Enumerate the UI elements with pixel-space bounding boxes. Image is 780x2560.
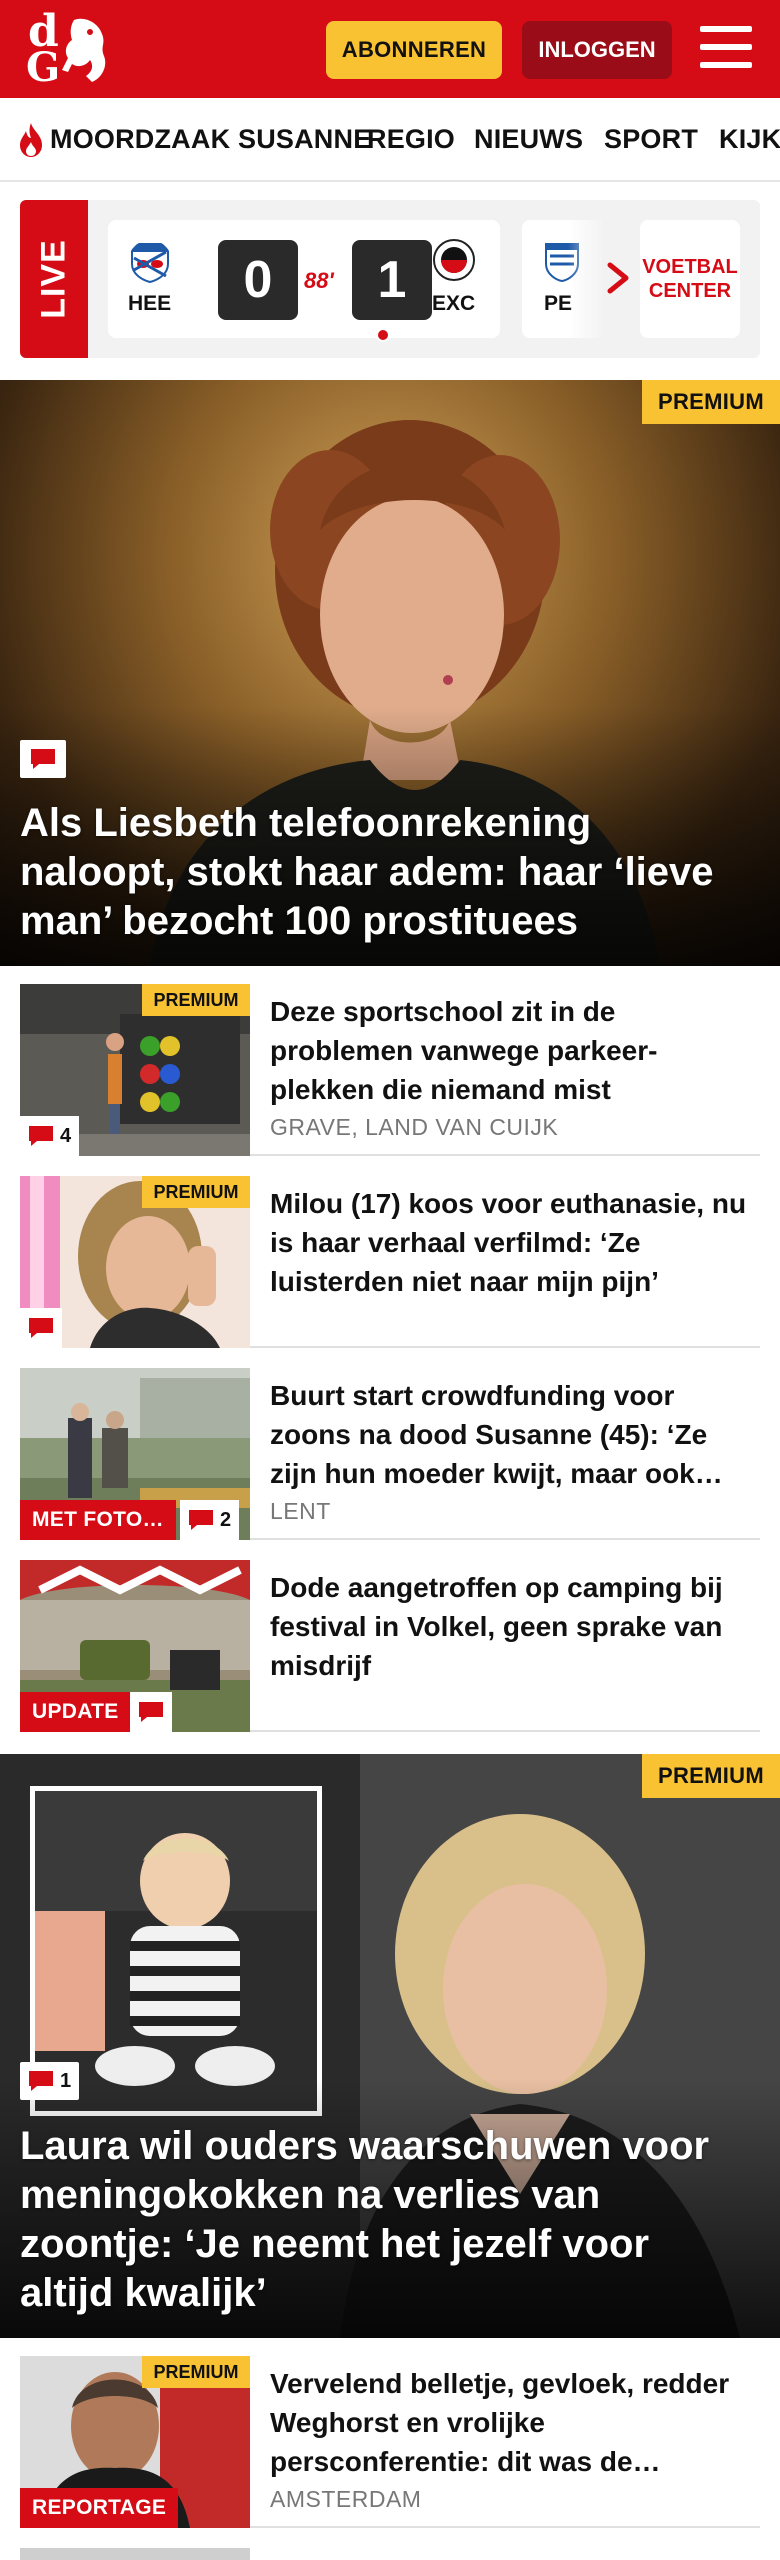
comment-count: 4 [60,1124,72,1147]
chevron-right-icon[interactable] [606,262,632,294]
comment-badge[interactable]: 1 [20,2062,80,2100]
nav-item-nieuws[interactable]: NIEUWS [474,124,583,155]
article-thumbnail: PREMIUM [20,1176,250,1348]
article-title[interactable]: Dode aangetroffen op camping bij festiva… [270,1568,750,1685]
flame-icon [20,123,42,157]
nav-item-regio[interactable]: REGIO [367,124,455,155]
live-label: LIVE [20,200,88,358]
article-item[interactable]: PREMIUM 4 Deze sportschool zit in de pro… [20,984,760,1156]
premium-badge: PREMIUM [642,380,780,424]
article-item[interactable]: PREMIUM REPORTAGE Vervelend belletje, ge… [20,2356,760,2528]
article-item[interactable]: MET FOTO… 2 Buurt start crowdfunding voo… [20,1368,760,1540]
nav-item-sport[interactable]: SPORT [604,124,698,155]
comment-count: 2 [220,1508,232,1531]
excelsior-crest-icon [433,239,475,281]
main-navigation: MOORDZAAK SUSANNE REGIO NIEUWS SPORT KIJ… [0,98,780,182]
comment-badge[interactable] [130,1692,172,1732]
match-minute: 88' [304,268,334,293]
comment-bubble-icon [139,1702,163,1722]
update-label: UPDATE [20,1692,131,1732]
comment-badge[interactable] [20,740,66,778]
comment-badge[interactable] [20,1308,62,1348]
comment-bubble-icon [31,749,55,769]
article-item[interactable]: UPDATE Dode aangetroffen op camping bij … [20,1560,760,1732]
voetbal-center-button[interactable]: VOETBAL CENTER [640,220,740,338]
home-score: 0 [218,240,298,320]
article-title[interactable]: Milou (17) koos voor euthanasie, nu is h… [270,1184,750,1301]
comment-bubble-icon [29,1126,53,1146]
logo-horse-icon [62,18,106,82]
photo-label: MET FOTO… [20,1500,176,1540]
article-title[interactable]: Deze sportschool zit in de problemen van… [270,992,750,1109]
article-thumbnail: PREMIUM REPORTAGE [20,2356,250,2528]
premium-badge: PREMIUM [642,1754,780,1798]
article-thumbnail: UPDATE [20,1560,250,1732]
comment-bubble-icon [29,2071,53,2091]
hero-article[interactable]: PREMIUM 1 Laura wil ouders waarschuwen v… [0,1754,780,2338]
home-team-code: HEE [128,292,172,315]
login-button[interactable]: INLOGGEN [522,21,672,79]
hero-title[interactable]: Laura wil ouders waarschuwen voor mening… [20,2122,750,2318]
nav-item-moordzaak-susanne[interactable]: MOORDZAAK SUSANNE [50,124,371,155]
article-title[interactable]: Vervelend belletje, gevloek, redder Wegh… [270,2364,750,2481]
top-bar: d G ABONNEREN INLOGGEN [0,0,780,98]
heerenveen-crest-icon [131,243,169,284]
article-thumbnail: PREMIUM 4 [20,984,250,1156]
comment-count: 1 [60,2069,72,2092]
article-title[interactable]: Buurt start crowdfunding voor zoons na d… [270,1376,750,1493]
premium-badge: PREMIUM [142,1176,250,1208]
article-location: GRAVE, LAND VAN CUIJK [270,1114,559,1140]
hero-title[interactable]: Als Liesbeth telefoonrekening naloopt, s… [20,799,750,946]
article-item[interactable]: PREMIUM Milou (17) koos voor euthanasie,… [20,1176,760,1348]
nav-item-kijk[interactable]: KIJK [719,124,780,155]
comment-badge[interactable]: 4 [20,1116,80,1156]
live-scores-strip: LIVE HEE 0 88' 1 EXC PE VOETBAL CENTER [20,200,760,358]
premium-badge: PREMIUM [142,2356,250,2388]
live-match-card[interactable]: HEE 0 88' 1 EXC [108,220,500,342]
subscribe-button[interactable]: ABONNEREN [326,21,502,79]
next-article-peek [20,2548,250,2560]
article-location: LENT [270,1498,331,1524]
reportage-label: REPORTAGE [20,2488,179,2528]
article-thumbnail: MET FOTO… 2 [20,1368,250,1540]
comment-badge[interactable]: 2 [180,1500,240,1540]
site-logo[interactable]: d G [22,6,118,91]
comment-bubble-icon [189,1510,213,1530]
away-score: 1 [352,240,432,320]
comment-bubble-icon [29,1318,53,1338]
article-location: AMSTERDAM [270,2486,422,2512]
premium-badge: PREMIUM [142,984,250,1016]
live-indicator-dot [376,328,390,342]
menu-icon[interactable] [700,24,752,72]
logo-letter-g: G [26,44,61,91]
away-team-code: EXC [432,292,476,315]
hero-article[interactable]: PREMIUM Als Liesbeth telefoonrekening na… [0,380,780,966]
